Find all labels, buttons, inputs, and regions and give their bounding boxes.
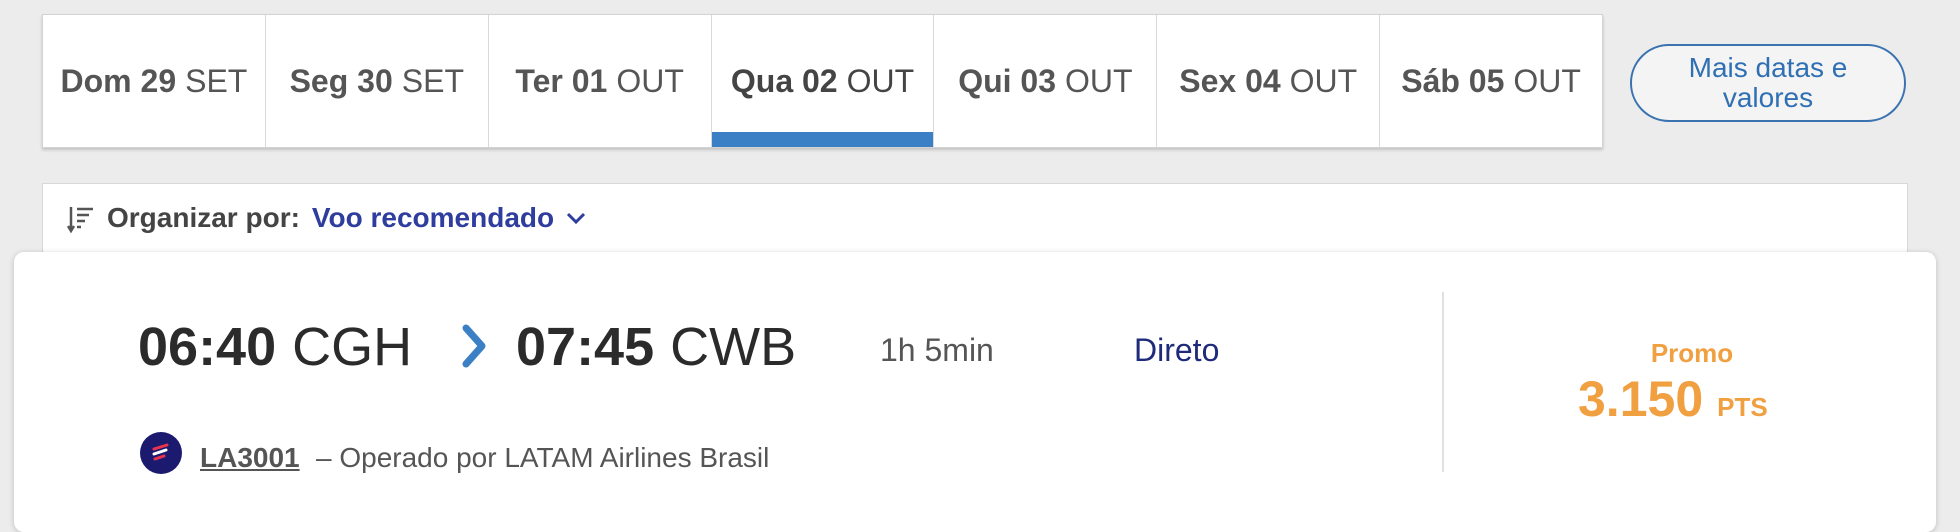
- arrival-airport: CWB: [670, 317, 797, 377]
- date-tab-sab-05[interactable]: Sáb 05 OUT: [1380, 15, 1602, 147]
- arrival: 07:45 CWB: [516, 316, 796, 378]
- departure: 06:40 CGH: [138, 316, 412, 378]
- sort-bar: Organizar por: Voo recomendado: [42, 183, 1908, 263]
- flight-duration: 1h 5min: [880, 332, 994, 368]
- date-tab-day: Sáb 05: [1401, 62, 1505, 99]
- date-tab-day: Qui 03: [958, 62, 1056, 99]
- date-tab-ter-01[interactable]: Ter 01 OUT: [489, 15, 712, 147]
- sort-dropdown-value: Voo recomendado: [311, 202, 555, 233]
- date-tab-qui-03[interactable]: Qui 03 OUT: [934, 15, 1158, 147]
- price-unit: PTS: [1717, 392, 1768, 422]
- operated-by-text: – Operado por LATAM Airlines Brasil: [316, 442, 770, 473]
- latam-logo-icon: [140, 432, 182, 474]
- date-tab-day: Qua 02: [730, 62, 838, 99]
- sort-lines-icon: [67, 207, 93, 234]
- chevron-down-icon: [567, 212, 586, 225]
- flight-number-link[interactable]: LA3001: [200, 442, 300, 474]
- date-tab-month: OUT: [846, 62, 915, 99]
- date-tab-sex-04[interactable]: Sex 04 OUT: [1157, 15, 1381, 147]
- price[interactable]: 3.150 PTS: [1578, 370, 1768, 428]
- departure-time: 06:40: [138, 317, 277, 377]
- date-tab-seg-30[interactable]: Seg 30 SET: [266, 15, 489, 147]
- departure-airport: CGH: [292, 317, 413, 377]
- more-dates-label: Mais datas e valores: [1688, 52, 1848, 113]
- date-tab-day: Seg 30: [289, 62, 393, 99]
- date-tab-month: OUT: [1513, 62, 1581, 99]
- flight-card[interactable]: 06:40 CGH 07:45 CWB 1h 5min Direto Promo 3…: [14, 252, 1936, 532]
- date-tab-month: SET: [401, 62, 464, 99]
- date-selector: Dom 29 SET Seg 30 SET Ter 01 OUT Qua 02 …: [42, 14, 1603, 148]
- price-points: 3.150: [1578, 371, 1704, 427]
- date-tab-month: OUT: [616, 62, 684, 99]
- date-tab-day: Dom 29: [60, 62, 177, 99]
- more-dates-button[interactable]: Mais datas e valores: [1630, 44, 1906, 122]
- date-tab-qua-02[interactable]: Qua 02 OUT: [711, 15, 935, 147]
- flight-stops[interactable]: Direto: [1134, 332, 1219, 369]
- sort-dropdown[interactable]: Voo recomendado: [312, 202, 586, 234]
- date-tab-month: OUT: [1065, 62, 1133, 99]
- sort-label: Organizar por:: [107, 202, 300, 233]
- date-tab-day: Ter 01: [515, 62, 608, 99]
- date-tab-month: OUT: [1289, 62, 1358, 99]
- fare-label: Promo: [1650, 338, 1734, 368]
- date-tab-month: SET: [185, 62, 248, 99]
- card-divider: [1442, 292, 1444, 472]
- chevron-right-icon: [462, 324, 486, 368]
- arrival-time: 07:45: [516, 317, 655, 377]
- date-tab-day: Sex 04: [1179, 62, 1281, 99]
- date-tab-dom-29[interactable]: Dom 29 SET: [43, 15, 266, 147]
